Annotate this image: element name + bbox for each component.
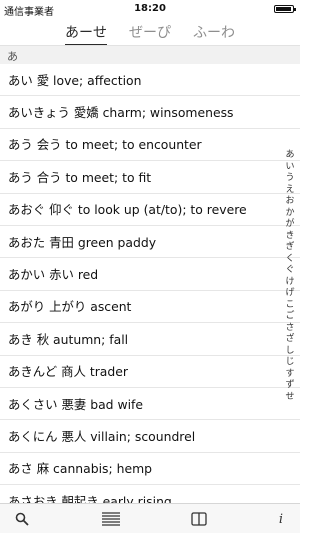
index-letter[interactable]: が [285, 219, 294, 231]
index-letter[interactable]: ざ [285, 334, 294, 346]
index-letter[interactable]: ご [285, 311, 294, 323]
segment-tabs: あーせ ぜーぴ ふーわ [0, 18, 300, 46]
index-letter[interactable]: き [285, 231, 294, 243]
list-item[interactable]: あがり 上がり ascent [0, 291, 300, 324]
list-item[interactable]: あう 合う to meet; to fit [0, 161, 300, 194]
status-bar: 通信事業者 18:20 [0, 0, 300, 18]
index-letter[interactable]: ぎ [285, 242, 294, 254]
index-letter[interactable]: け [285, 277, 294, 289]
index-letter[interactable]: じ [285, 357, 294, 369]
index-letter[interactable]: く [285, 254, 294, 266]
index-letter[interactable]: い [285, 162, 294, 174]
bottom-toolbar: i [0, 503, 300, 533]
list-item[interactable]: あくにん 悪人 villain; scoundrel [0, 420, 300, 453]
battery-icon [274, 5, 296, 13]
tab-ze-pi[interactable]: ぜーぴ [129, 18, 171, 45]
list-item[interactable]: あくさい 悪妻 bad wife [0, 388, 300, 421]
index-letter[interactable]: あ [285, 150, 294, 162]
book-icon[interactable] [188, 509, 210, 529]
list-icon[interactable] [100, 509, 122, 529]
list-item[interactable]: あさ 麻 cannabis; hemp [0, 453, 300, 486]
section-header: あ [0, 46, 300, 64]
word-list[interactable]: あい 愛 love; affection あいきょう 愛嬌 charm; win… [0, 64, 300, 510]
list-item[interactable]: あきんど 商人 trader [0, 356, 300, 388]
tab-a-se[interactable]: あーせ [65, 18, 107, 45]
index-letter[interactable]: ぐ [285, 265, 294, 277]
list-item[interactable]: あう 会う to meet; to encounter [0, 129, 300, 162]
index-letter[interactable]: す [285, 369, 294, 381]
clock: 18:20 [134, 3, 166, 14]
index-letter[interactable]: こ [285, 300, 294, 312]
list-item[interactable]: あき 秋 autumn; fall [0, 323, 300, 356]
search-icon[interactable] [11, 509, 33, 529]
index-letter[interactable]: う [285, 173, 294, 185]
list-item[interactable]: あかい 赤い red [0, 258, 300, 291]
index-letter[interactable]: え [285, 185, 294, 197]
index-letter[interactable]: げ [285, 288, 294, 300]
index-letter[interactable]: ず [285, 380, 294, 392]
index-letter[interactable]: か [285, 208, 294, 220]
index-letter[interactable]: せ [285, 392, 294, 404]
index-letter[interactable]: お [285, 196, 294, 208]
section-index[interactable]: あ い う え お か が き ぎ く ぐ け げ こ ご さ ざ し じ す … [283, 150, 297, 403]
list-item[interactable]: あおぐ 仰ぐ to look up (at/to); to revere [0, 194, 300, 226]
list-item[interactable]: あいきょう 愛嬌 charm; winsomeness [0, 96, 300, 129]
index-letter[interactable]: さ [285, 323, 294, 335]
tab-fu-wa[interactable]: ふーわ [193, 18, 235, 45]
list-item[interactable]: あおた 青田 green paddy [0, 226, 300, 259]
index-letter[interactable]: し [285, 346, 294, 358]
info-icon[interactable]: i [270, 509, 292, 529]
list-item[interactable]: あい 愛 love; affection [0, 64, 300, 97]
